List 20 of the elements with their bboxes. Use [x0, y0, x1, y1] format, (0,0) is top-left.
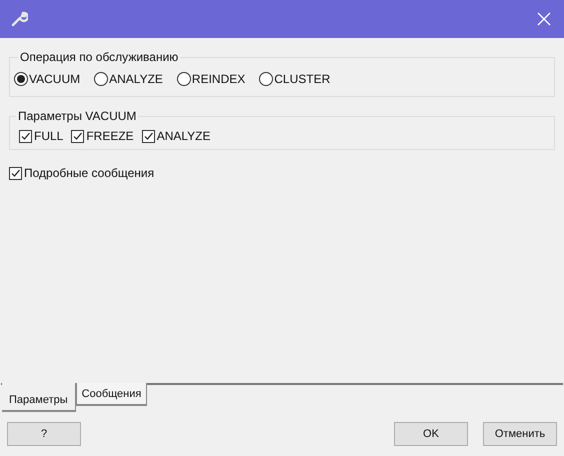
group-title: Параметры VACUUM [17, 108, 138, 125]
radio-button[interactable]: REINDEX [176, 70, 246, 88]
radio-button[interactable]: ANALYZE [94, 70, 163, 88]
group-title: Операция по обслуживанию [19, 49, 180, 66]
wrench-icon [10, 10, 28, 28]
checkmark-icon [72, 130, 84, 142]
radio-button[interactable]: VACUUM [14, 70, 80, 88]
checkbox[interactable]: FULL [19, 127, 64, 145]
tab[interactable]: Сообщения [76, 382, 148, 406]
ok-button[interactable]: OK [394, 422, 468, 446]
checkmark-icon [10, 168, 21, 178]
tab[interactable]: Параметры [2, 382, 76, 412]
checkmark-icon [142, 130, 154, 142]
cancel-button[interactable]: Отменить [483, 422, 557, 446]
checkmark-icon [20, 130, 31, 142]
checkbox[interactable]: FREEZE [71, 127, 134, 145]
radio-button[interactable]: CLUSTER [259, 70, 330, 88]
checkbox[interactable]: ANALYZE [142, 127, 210, 145]
help-button[interactable]: ? [7, 422, 81, 446]
checkbox[interactable]: Подробные сообщения [9, 164, 555, 182]
